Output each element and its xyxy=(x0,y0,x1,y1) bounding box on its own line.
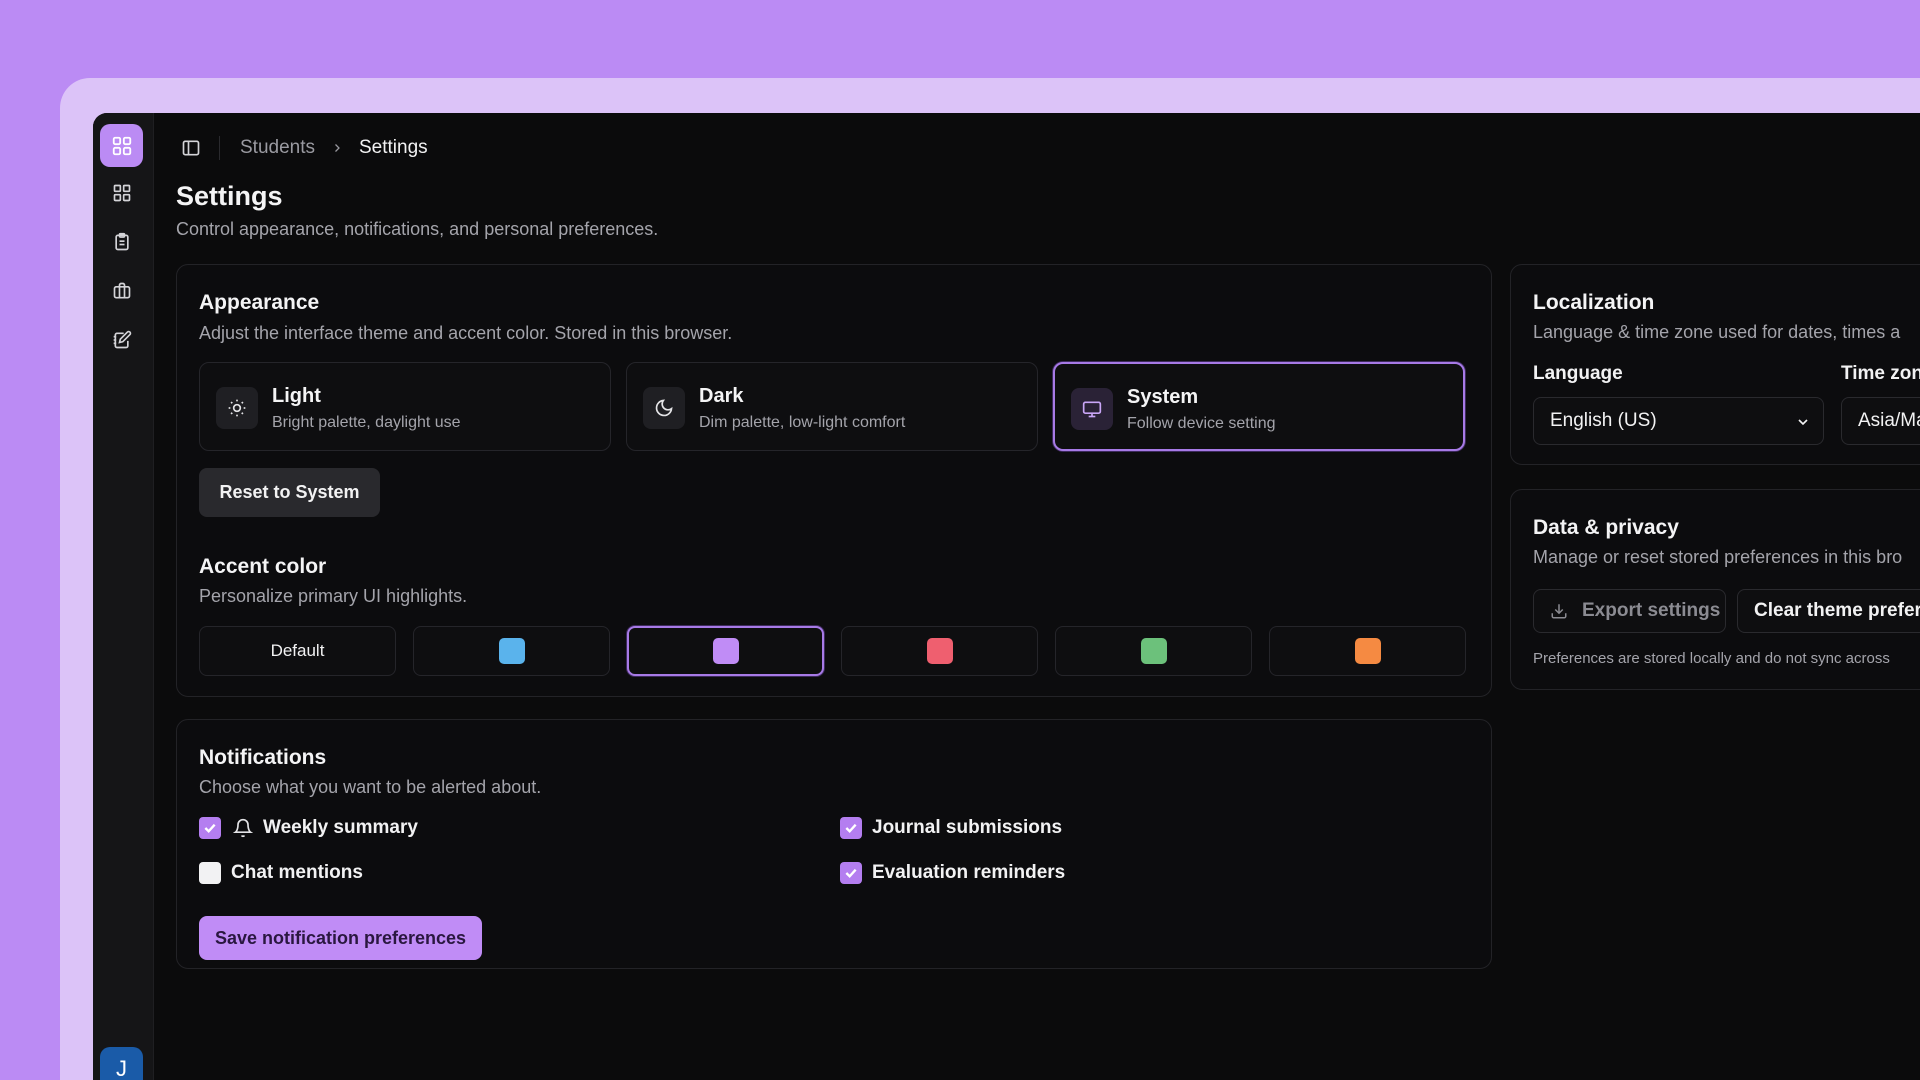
moon-icon xyxy=(643,387,685,429)
briefcase-icon xyxy=(113,282,131,299)
check-icon xyxy=(204,823,216,834)
sidebar-item-journal[interactable] xyxy=(106,324,138,356)
page-title: Settings xyxy=(176,181,283,211)
checkbox-chat-mentions[interactable] xyxy=(199,862,221,884)
theme-option-light[interactable]: Light Bright palette, daylight use xyxy=(199,362,611,451)
privacy-note: Preferences are stored locally and do no… xyxy=(1533,650,1890,667)
theme-option-dark[interactable]: Dark Dim palette, low-light comfort xyxy=(626,362,1038,451)
sidebar-item-briefcase[interactable] xyxy=(106,275,138,307)
sidebar-panel-icon xyxy=(182,140,200,156)
clear-theme-preferences-button[interactable]: Clear theme prefere xyxy=(1737,589,1920,633)
avatar[interactable]: J xyxy=(100,1047,143,1080)
chat-mentions-toggle[interactable]: Chat mentions xyxy=(199,859,363,887)
localization-card: Localization Language & time zone used f… xyxy=(1510,264,1920,465)
notifications-title: Notifications xyxy=(199,746,327,769)
sidebar-rail: J xyxy=(93,113,154,1080)
color-chip xyxy=(926,638,953,664)
color-chip xyxy=(1140,638,1167,664)
color-chip xyxy=(1354,638,1381,664)
sidebar-item-clipboard[interactable] xyxy=(106,226,138,258)
sun-icon xyxy=(216,387,258,429)
accent-swatch-blue[interactable] xyxy=(413,626,610,676)
localization-subtitle: Language & time zone used for dates, tim… xyxy=(1533,322,1901,342)
check-icon xyxy=(845,868,857,879)
swatch-label: Default xyxy=(270,641,325,660)
timezone-select[interactable]: Asia/Ma xyxy=(1841,397,1920,445)
chevron-down-icon xyxy=(1798,419,1808,426)
checkbox-label: Evaluation reminders xyxy=(872,862,1066,883)
checkbox-evaluation-reminders[interactable] xyxy=(840,862,862,884)
bell-icon xyxy=(233,818,253,838)
color-chip xyxy=(712,638,739,664)
theme-option-system[interactable]: System Follow device setting xyxy=(1053,362,1465,451)
checkbox-journal-submissions[interactable] xyxy=(840,817,862,839)
breadcrumb: Students Settings xyxy=(177,133,428,163)
accent-color-title: Accent color xyxy=(199,555,327,578)
data-privacy-card: Data & privacy Manage or reset stored pr… xyxy=(1510,489,1920,690)
accent-swatch-green[interactable] xyxy=(1055,626,1252,676)
toggle-sidebar-button[interactable] xyxy=(177,134,205,162)
weekly-summary-toggle[interactable]: Weekly summary xyxy=(199,814,418,842)
journal-submissions-toggle[interactable]: Journal submissions xyxy=(840,814,1062,842)
save-notification-preferences-button[interactable]: Save notification preferences xyxy=(199,916,482,960)
chevron-right-icon xyxy=(331,142,343,154)
export-settings-button[interactable]: Export settings xyxy=(1533,589,1726,633)
language-value: English (US) xyxy=(1550,410,1657,431)
checkbox-weekly-summary[interactable] xyxy=(199,817,221,839)
notifications-subtitle: Choose what you want to be alerted about… xyxy=(199,777,542,797)
clear-theme-label: Clear theme prefere xyxy=(1754,600,1920,621)
monitor-icon xyxy=(1071,388,1113,430)
notebook-pen-icon xyxy=(113,330,132,349)
appearance-title: Appearance xyxy=(199,291,320,314)
theme-description: Dim palette, low-light comfort xyxy=(699,414,906,431)
divider xyxy=(219,136,220,160)
timezone-value: Asia/Ma xyxy=(1858,410,1920,431)
theme-name: Light xyxy=(272,385,321,407)
clipboard-icon xyxy=(115,232,129,251)
data-privacy-title: Data & privacy xyxy=(1533,516,1679,539)
app-window: J Students Settings Settings Control app… xyxy=(93,113,1920,1080)
theme-name: Dark xyxy=(699,385,744,407)
accent-color-subtitle: Personalize primary UI highlights. xyxy=(199,586,468,606)
accent-swatch-purple[interactable] xyxy=(627,626,824,676)
accent-swatch-red[interactable] xyxy=(841,626,1038,676)
grid-icon xyxy=(112,136,131,155)
color-chip xyxy=(498,638,525,664)
language-label: Language xyxy=(1533,363,1623,384)
breadcrumb-students-link[interactable]: Students xyxy=(240,137,315,159)
download-icon xyxy=(1551,604,1567,619)
theme-description: Follow device setting xyxy=(1127,415,1276,432)
localization-title: Localization xyxy=(1533,291,1655,314)
theme-description: Bright palette, daylight use xyxy=(272,414,461,431)
app-logo[interactable] xyxy=(100,124,143,167)
appearance-subtitle: Adjust the interface theme and accent co… xyxy=(199,323,733,343)
checkbox-label: Chat mentions xyxy=(231,862,363,883)
language-select[interactable]: English (US) xyxy=(1533,397,1824,445)
check-icon xyxy=(845,823,857,834)
export-settings-label: Export settings xyxy=(1582,600,1721,621)
accent-swatch-default[interactable]: Default xyxy=(199,626,396,676)
evaluation-reminders-toggle[interactable]: Evaluation reminders xyxy=(840,859,1065,887)
checkbox-label: Weekly summary xyxy=(263,817,418,838)
sidebar-item-dashboard[interactable] xyxy=(106,177,138,209)
appearance-card: Appearance Adjust the interface theme an… xyxy=(176,264,1492,697)
reset-theme-button[interactable]: Reset to System xyxy=(199,468,380,517)
timezone-label: Time zon xyxy=(1841,363,1920,384)
dashboard-icon xyxy=(113,184,131,202)
checkbox-label: Journal submissions xyxy=(872,817,1063,838)
data-privacy-subtitle: Manage or reset stored preferences in th… xyxy=(1533,547,1903,567)
notifications-card: Notifications Choose what you want to be… xyxy=(176,719,1492,969)
breadcrumb-current: Settings xyxy=(359,137,428,158)
accent-swatch-orange[interactable] xyxy=(1269,626,1466,676)
page-subtitle: Control appearance, notifications, and p… xyxy=(176,219,659,239)
theme-name: System xyxy=(1127,386,1199,408)
